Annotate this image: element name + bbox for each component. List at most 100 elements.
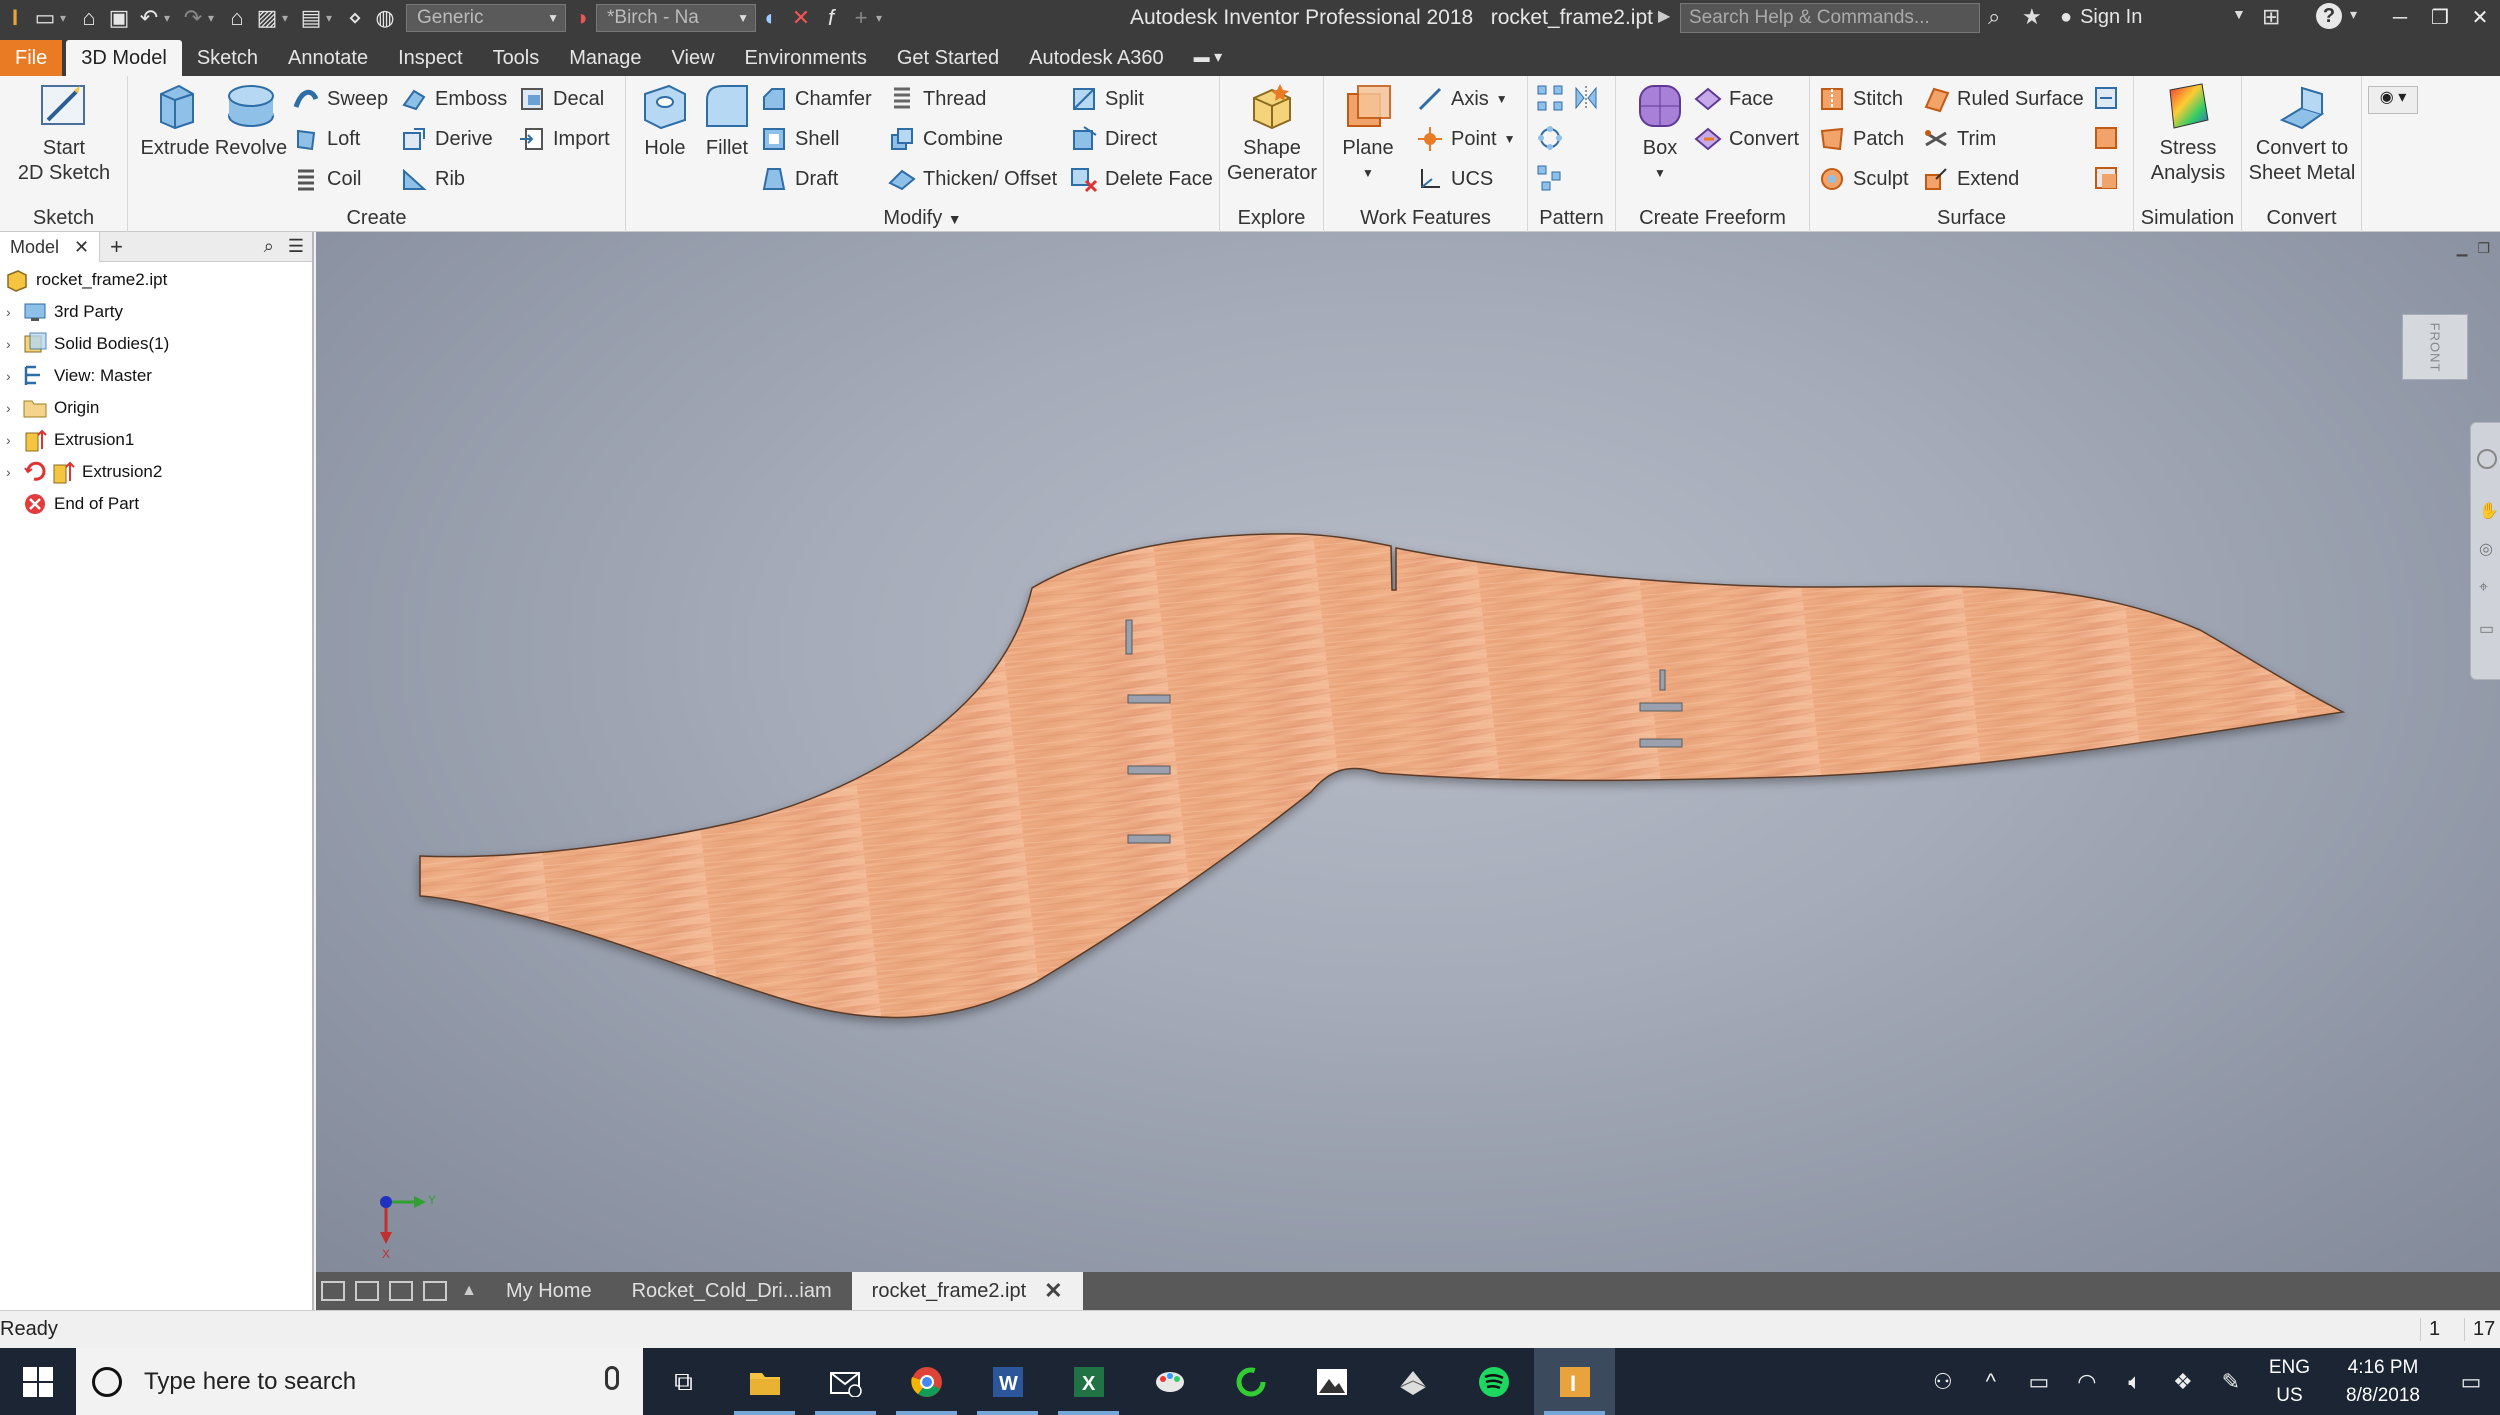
cart-icon[interactable]: ⊞ bbox=[2262, 4, 2280, 30]
face-button[interactable]: Face bbox=[1694, 82, 1773, 116]
taskbar-mail[interactable] bbox=[805, 1348, 886, 1415]
chevron-right-icon[interactable]: › bbox=[6, 304, 22, 320]
close-icon[interactable]: ✕ bbox=[2460, 0, 2500, 36]
fillet-button[interactable]: Fillet bbox=[696, 80, 758, 161]
wifi-icon[interactable]: ◠ bbox=[2063, 1369, 2111, 1395]
thicken-offset-button[interactable]: Thicken/ Offset bbox=[888, 162, 1057, 196]
open-folder-icon[interactable]: ⌂ bbox=[74, 3, 104, 33]
inventor-logo-icon[interactable]: I bbox=[0, 3, 30, 33]
material-combo[interactable]: *Birch - Na ▼ bbox=[596, 4, 756, 32]
tree-item-root[interactable]: rocket_frame2.ipt bbox=[4, 264, 167, 296]
split-button[interactable]: Split bbox=[1070, 82, 1144, 116]
doc-tab-my-home[interactable]: My Home bbox=[486, 1272, 612, 1310]
tab-sketch[interactable]: Sketch bbox=[182, 40, 273, 76]
sign-in-button[interactable]: ● Sign In bbox=[2060, 6, 2142, 29]
undo-icon[interactable]: ↶ bbox=[134, 3, 164, 33]
redo-icon[interactable]: ↷ bbox=[178, 3, 208, 33]
replace-face-icon[interactable] bbox=[2092, 124, 2120, 152]
tab-environments[interactable]: Environments bbox=[730, 40, 882, 76]
restore-icon[interactable]: ❐ bbox=[2420, 0, 2460, 36]
ribbon-options-icon[interactable]: ◉ ▾ bbox=[2368, 86, 2418, 114]
ruled-surface-button[interactable]: Ruled Surface bbox=[1922, 82, 2084, 116]
doc-tab-rocket-cold-drive[interactable]: Rocket_Cold_Dri...iam bbox=[612, 1272, 852, 1310]
minimize-icon[interactable]: ─ bbox=[2380, 0, 2420, 36]
tree-item-view-master[interactable]: › View: Master bbox=[0, 360, 152, 392]
import-button[interactable]: Import bbox=[518, 122, 610, 156]
start-button[interactable] bbox=[0, 1348, 76, 1415]
chevron-right-icon[interactable]: › bbox=[6, 336, 22, 352]
browser-tab-model[interactable]: Model ✕ bbox=[0, 231, 101, 262]
sculpt-button[interactable]: Sculpt bbox=[1818, 162, 1909, 196]
tab-get-started[interactable]: Get Started bbox=[882, 40, 1014, 76]
panel-title-modify[interactable]: Modify ▼ bbox=[626, 207, 1219, 230]
taskbar-word[interactable]: W bbox=[967, 1348, 1048, 1415]
stress-analysis-button[interactable]: Stress Analysis bbox=[2140, 80, 2236, 186]
chamfer-button[interactable]: Chamfer bbox=[760, 82, 872, 116]
search-input[interactable]: Search Help & Commands... bbox=[1680, 3, 1980, 33]
tree-item-origin[interactable]: › Origin bbox=[0, 392, 99, 424]
mirror-icon[interactable] bbox=[1572, 84, 1600, 112]
task-view-button[interactable]: ⧉ bbox=[643, 1348, 724, 1415]
taskbar-app-green[interactable] bbox=[1210, 1348, 1291, 1415]
emboss-button[interactable]: Emboss bbox=[400, 82, 507, 116]
pen-icon[interactable]: ✎ bbox=[2207, 1369, 2255, 1395]
dropbox-icon[interactable]: ❖ bbox=[2159, 1369, 2207, 1395]
revolve-button[interactable]: Revolve bbox=[212, 80, 290, 161]
convert-freeform-button[interactable]: Convert bbox=[1694, 122, 1799, 156]
fit-mesh-icon[interactable] bbox=[2092, 164, 2120, 192]
draft-button[interactable]: Draft bbox=[760, 162, 838, 196]
appearance-icon[interactable]: ◍ bbox=[370, 3, 400, 33]
doc-tab-rocket-frame2[interactable]: rocket_frame2.ipt ✕ bbox=[851, 1272, 1083, 1310]
part-model[interactable] bbox=[316, 232, 2500, 1272]
update-icon[interactable]: ▤ bbox=[296, 3, 326, 33]
chevron-down-icon[interactable]: ▾ bbox=[282, 11, 296, 25]
chevron-down-icon[interactable]: ▾ bbox=[208, 11, 222, 25]
taskbar-inventor[interactable]: I bbox=[1534, 1348, 1615, 1415]
chevron-down-icon[interactable]: ▾ bbox=[164, 11, 178, 25]
style-combo[interactable]: Generic ▼ bbox=[406, 4, 566, 32]
box-button[interactable]: Box ▼ bbox=[1624, 80, 1696, 186]
image-icon[interactable]: ▨ bbox=[252, 3, 282, 33]
plane-button[interactable]: Plane ▼ bbox=[1332, 80, 1404, 186]
tile-horizontal-icon[interactable] bbox=[384, 1272, 418, 1310]
convert-to-sheet-metal-button[interactable]: Convert to Sheet Metal bbox=[2246, 80, 2358, 186]
close-icon[interactable]: ✕ bbox=[74, 237, 89, 257]
language-indicator[interactable]: ENG US bbox=[2255, 1354, 2324, 1410]
plus-icon[interactable]: + bbox=[846, 3, 876, 33]
combine-button[interactable]: Combine bbox=[888, 122, 1003, 156]
star-icon[interactable]: ★ bbox=[2022, 4, 2042, 30]
search-icon[interactable]: ⌕ bbox=[258, 236, 280, 257]
rib-button[interactable]: Rib bbox=[400, 162, 465, 196]
new-file-icon[interactable]: ▭ bbox=[30, 3, 60, 33]
chevron-right-icon[interactable]: ▶ bbox=[1658, 6, 1670, 26]
loft-button[interactable]: Loft bbox=[292, 122, 360, 156]
decal-button[interactable]: Decal bbox=[518, 82, 604, 116]
sketch-pattern-icon[interactable] bbox=[1536, 164, 1564, 192]
extrude-button[interactable]: Extrude bbox=[136, 80, 214, 161]
tree-item-3rd-party[interactable]: › 3rd Party bbox=[0, 296, 123, 328]
select-icon[interactable]: ⋄ bbox=[340, 3, 370, 33]
start-2d-sketch-button[interactable]: Start 2D Sketch bbox=[10, 80, 118, 186]
chevron-right-icon[interactable]: › bbox=[6, 400, 22, 416]
notifications-icon[interactable]: ▭ bbox=[2442, 1369, 2500, 1395]
stitch-button[interactable]: Stitch bbox=[1818, 82, 1903, 116]
repair-icon[interactable] bbox=[2092, 84, 2120, 112]
taskbar-photos[interactable] bbox=[1291, 1348, 1372, 1415]
chevron-down-icon[interactable]: ▾ bbox=[2350, 6, 2357, 23]
tab-file[interactable]: File bbox=[0, 40, 63, 76]
chevron-down-icon[interactable]: ▾ bbox=[326, 11, 340, 25]
trim-button[interactable]: Trim bbox=[1922, 122, 1996, 156]
fx-icon[interactable]: f bbox=[816, 3, 846, 33]
coil-button[interactable]: Coil bbox=[292, 162, 361, 196]
tab-view[interactable]: View bbox=[657, 40, 730, 76]
circular-pattern-icon[interactable] bbox=[1536, 124, 1564, 152]
point-button[interactable]: Point ▼ bbox=[1416, 122, 1515, 156]
derive-button[interactable]: Derive bbox=[400, 122, 493, 156]
tile-vertical-icon[interactable] bbox=[418, 1272, 452, 1310]
tree-item-end-of-part[interactable]: End of Part bbox=[22, 488, 139, 520]
chevron-right-icon[interactable]: › bbox=[6, 432, 22, 448]
chevron-down-icon[interactable]: ▾ bbox=[60, 11, 74, 25]
help-icon[interactable]: ? bbox=[2316, 3, 2342, 29]
tab-manage[interactable]: Manage bbox=[554, 40, 656, 76]
tab-3d-model[interactable]: 3D Model bbox=[66, 40, 182, 76]
